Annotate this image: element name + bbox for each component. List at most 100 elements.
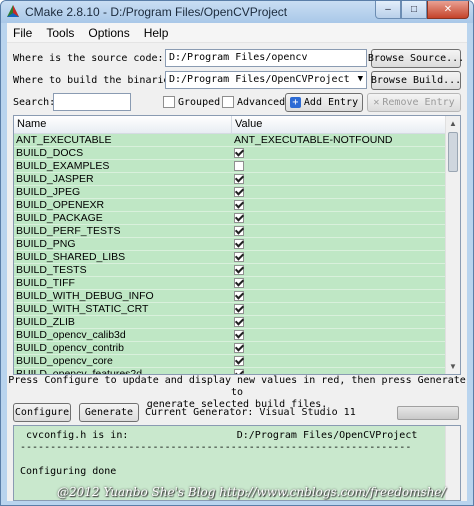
entry-value[interactable] xyxy=(232,316,446,328)
generate-button[interactable]: Generate xyxy=(79,403,139,422)
table-row[interactable]: BUILD_EXAMPLES xyxy=(14,160,446,173)
entry-value[interactable] xyxy=(232,147,446,159)
entry-checkbox[interactable] xyxy=(234,213,244,223)
entry-value[interactable] xyxy=(232,329,446,341)
entry-checkbox[interactable] xyxy=(234,343,244,353)
entry-checkbox[interactable] xyxy=(234,161,244,171)
table-row[interactable]: BUILD_JPEG xyxy=(14,186,446,199)
entry-checkbox[interactable] xyxy=(234,317,244,327)
chevron-down-icon[interactable]: ▼ xyxy=(358,74,363,84)
table-header: Name Value xyxy=(14,116,446,134)
entry-name: BUILD_OPENEXR xyxy=(16,199,105,211)
output-scrollbar[interactable] xyxy=(445,426,460,500)
entry-value[interactable] xyxy=(232,342,446,354)
main-client-area: File Tools Options Help Where is the sou… xyxy=(7,23,467,501)
entry-name: BUILD_opencv_contrib xyxy=(16,342,124,354)
entry-value[interactable] xyxy=(232,186,446,198)
output-line: cvconfig.h is in: D:/Program Files/OpenC… xyxy=(20,430,418,441)
table-row[interactable]: ANT_EXECUTABLE ANT_EXECUTABLE-NOTFOUND xyxy=(14,134,446,147)
table-row[interactable]: BUILD_WITH_DEBUG_INFO xyxy=(14,290,446,303)
table-row[interactable]: BUILD_SHARED_LIBS xyxy=(14,251,446,264)
grouped-checkbox[interactable] xyxy=(163,96,175,108)
entry-checkbox[interactable] xyxy=(234,356,244,366)
search-label: Search: xyxy=(13,97,56,108)
title-bar[interactable]: CMake 2.8.10 - D:/Program Files/OpenCVPr… xyxy=(1,1,473,23)
table-scrollbar[interactable]: ▲ ▼ xyxy=(445,116,460,374)
entry-name: BUILD_WITH_DEBUG_INFO xyxy=(16,290,154,302)
entry-value[interactable] xyxy=(232,212,446,224)
cache-table: Name Value ANT_EXECUTABLE ANT_EXECUTABLE-… xyxy=(13,115,461,375)
menu-help[interactable]: Help xyxy=(142,25,171,41)
remove-entry-button[interactable]: ✕ Remove Entry xyxy=(367,93,461,112)
menu-options[interactable]: Options xyxy=(86,25,131,41)
table-row[interactable]: BUILD_TIFF xyxy=(14,277,446,290)
entry-checkbox[interactable] xyxy=(234,291,244,301)
entry-value[interactable] xyxy=(232,368,446,374)
search-input[interactable] xyxy=(53,93,131,111)
entry-checkbox[interactable] xyxy=(234,226,244,236)
entry-name: BUILD_opencv_calib3d xyxy=(16,329,126,341)
table-row[interactable]: BUILD_OPENEXR xyxy=(14,199,446,212)
close-button[interactable]: ✕ xyxy=(427,1,469,19)
binaries-path-combo[interactable]: D:/Program Files/OpenCVProject ▼ xyxy=(165,71,367,89)
entry-value[interactable] xyxy=(232,277,446,289)
table-row[interactable]: BUILD_opencv_features2d xyxy=(14,368,446,374)
entry-checkbox[interactable] xyxy=(234,265,244,275)
entry-value[interactable] xyxy=(232,199,446,211)
scroll-down-icon[interactable]: ▼ xyxy=(446,359,460,374)
add-entry-button[interactable]: + Add Entry xyxy=(285,93,363,112)
table-row[interactable]: BUILD_PERF_TESTS xyxy=(14,225,446,238)
entry-value[interactable] xyxy=(232,251,446,263)
menu-tools[interactable]: Tools xyxy=(44,25,76,41)
current-generator: Current Generator: Visual Studio 11 xyxy=(145,407,356,418)
entry-name: BUILD_TIFF xyxy=(16,277,75,289)
entry-value[interactable] xyxy=(232,303,446,315)
entry-name: BUILD_WITH_STATIC_CRT xyxy=(16,303,149,315)
browse-source-button[interactable]: Browse Source... xyxy=(368,49,464,68)
table-row[interactable]: BUILD_opencv_contrib xyxy=(14,342,446,355)
entry-checkbox[interactable] xyxy=(234,304,244,314)
source-path-input[interactable]: D:/Program Files/opencv xyxy=(165,49,367,67)
entry-value[interactable] xyxy=(232,238,446,250)
entry-checkbox[interactable] xyxy=(234,200,244,210)
table-row[interactable]: BUILD_PACKAGE xyxy=(14,212,446,225)
table-row[interactable]: BUILD_JASPER xyxy=(14,173,446,186)
table-row[interactable]: BUILD_WITH_STATIC_CRT xyxy=(14,303,446,316)
entry-checkbox[interactable] xyxy=(234,252,244,262)
menu-bar: File Tools Options Help xyxy=(7,23,467,43)
entry-value[interactable] xyxy=(232,264,446,276)
source-label: Where is the source code: xyxy=(13,53,164,64)
column-header-name[interactable]: Name xyxy=(14,116,232,134)
entry-checkbox[interactable] xyxy=(234,148,244,158)
table-row[interactable]: BUILD_DOCS xyxy=(14,147,446,160)
table-row[interactable]: BUILD_opencv_calib3d xyxy=(14,329,446,342)
entry-value[interactable] xyxy=(232,160,446,172)
entry-value[interactable] xyxy=(232,355,446,367)
table-row[interactable]: BUILD_TESTS xyxy=(14,264,446,277)
binaries-path-value: D:/Program Files/OpenCVProject xyxy=(169,74,350,85)
table-row[interactable]: BUILD_PNG xyxy=(14,238,446,251)
entry-name: ANT_EXECUTABLE xyxy=(16,134,112,146)
window-controls: – □ ✕ xyxy=(375,1,469,19)
entry-checkbox[interactable] xyxy=(234,239,244,249)
entry-value[interactable] xyxy=(232,225,446,237)
table-row[interactable]: BUILD_opencv_core xyxy=(14,355,446,368)
column-header-value[interactable]: Value xyxy=(232,116,446,134)
entry-name: BUILD_JPEG xyxy=(16,186,81,198)
scroll-up-icon[interactable]: ▲ xyxy=(446,116,460,131)
entry-checkbox[interactable] xyxy=(234,330,244,340)
menu-file[interactable]: File xyxy=(11,25,34,41)
entry-value[interactable]: ANT_EXECUTABLE-NOTFOUND xyxy=(232,134,446,146)
entry-value[interactable] xyxy=(232,173,446,185)
table-row[interactable]: BUILD_ZLIB xyxy=(14,316,446,329)
scroll-thumb[interactable] xyxy=(448,132,458,172)
entry-checkbox[interactable] xyxy=(234,278,244,288)
entry-checkbox[interactable] xyxy=(234,187,244,197)
configure-button[interactable]: Configure xyxy=(13,403,71,422)
browse-build-button[interactable]: Browse Build... xyxy=(371,71,461,90)
entry-checkbox[interactable] xyxy=(234,174,244,184)
maximize-button[interactable]: □ xyxy=(401,1,427,19)
entry-value[interactable] xyxy=(232,290,446,302)
minimize-button[interactable]: – xyxy=(375,1,401,19)
advanced-checkbox[interactable] xyxy=(222,96,234,108)
